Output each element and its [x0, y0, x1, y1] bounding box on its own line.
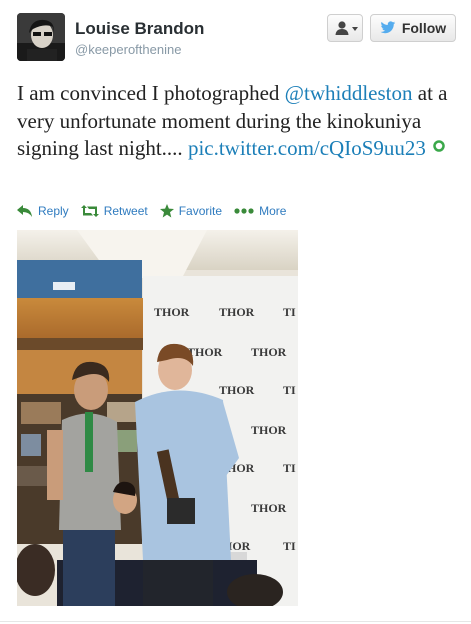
follow-button[interactable]: Follow: [370, 14, 456, 42]
more-action[interactable]: More: [234, 204, 286, 218]
reply-label: Reply: [38, 204, 69, 218]
author-name[interactable]: Louise Brandon: [75, 19, 204, 39]
svg-text:THOR: THOR: [251, 345, 287, 359]
svg-text:THOR: THOR: [251, 501, 287, 515]
twitter-bird-icon: [380, 21, 396, 34]
svg-text:THOR: THOR: [251, 423, 287, 437]
media-indicator-icon: [433, 140, 445, 152]
svg-text:TI: TI: [283, 383, 296, 397]
retweet-icon: [80, 205, 99, 217]
svg-text:TI: TI: [283, 305, 296, 319]
author-handle[interactable]: @keeperofthenine: [75, 42, 181, 57]
mention-link[interactable]: @twhiddleston: [285, 81, 413, 105]
tweet-photo[interactable]: THOR THOR TI THOR THOR THOR TI THOR THOR TI T…: [17, 230, 298, 606]
avatar-image: [17, 13, 65, 61]
avatar[interactable]: [17, 13, 65, 61]
more-dots-icon: [234, 208, 254, 214]
favorite-action[interactable]: Favorite: [159, 204, 223, 218]
retweet-label: Retweet: [103, 204, 148, 218]
more-label: More: [259, 204, 287, 218]
user-dropdown-icon: [335, 21, 358, 35]
favorite-label: Favorite: [178, 204, 223, 218]
svg-text:THOR: THOR: [219, 305, 255, 319]
svg-text:TI: TI: [283, 461, 296, 475]
divider: [0, 621, 471, 622]
svg-text:TI: TI: [283, 539, 296, 553]
pic-link[interactable]: pic.twitter.com/cQIoS9uu23: [188, 136, 426, 160]
tweet-actions: Reply Retweet Favorite More: [17, 202, 298, 220]
retweet-action[interactable]: Retweet: [80, 204, 148, 218]
reply-icon: [17, 205, 32, 217]
tweet-text: I am convinced I photographed @twhiddles…: [17, 80, 457, 163]
svg-text:THOR: THOR: [219, 383, 255, 397]
tweet-text-before: I am convinced I photographed: [17, 81, 285, 105]
user-actions-button[interactable]: [327, 14, 363, 42]
tweet-card: Louise Brandon @keeperofthenine Follow I…: [0, 0, 471, 624]
star-icon: [159, 204, 174, 218]
tweet-photo-image: THOR THOR TI THOR THOR THOR TI THOR THOR TI T…: [17, 230, 298, 606]
follow-label: Follow: [401, 20, 447, 36]
reply-action[interactable]: Reply: [17, 204, 69, 218]
svg-text:THOR: THOR: [154, 305, 190, 319]
